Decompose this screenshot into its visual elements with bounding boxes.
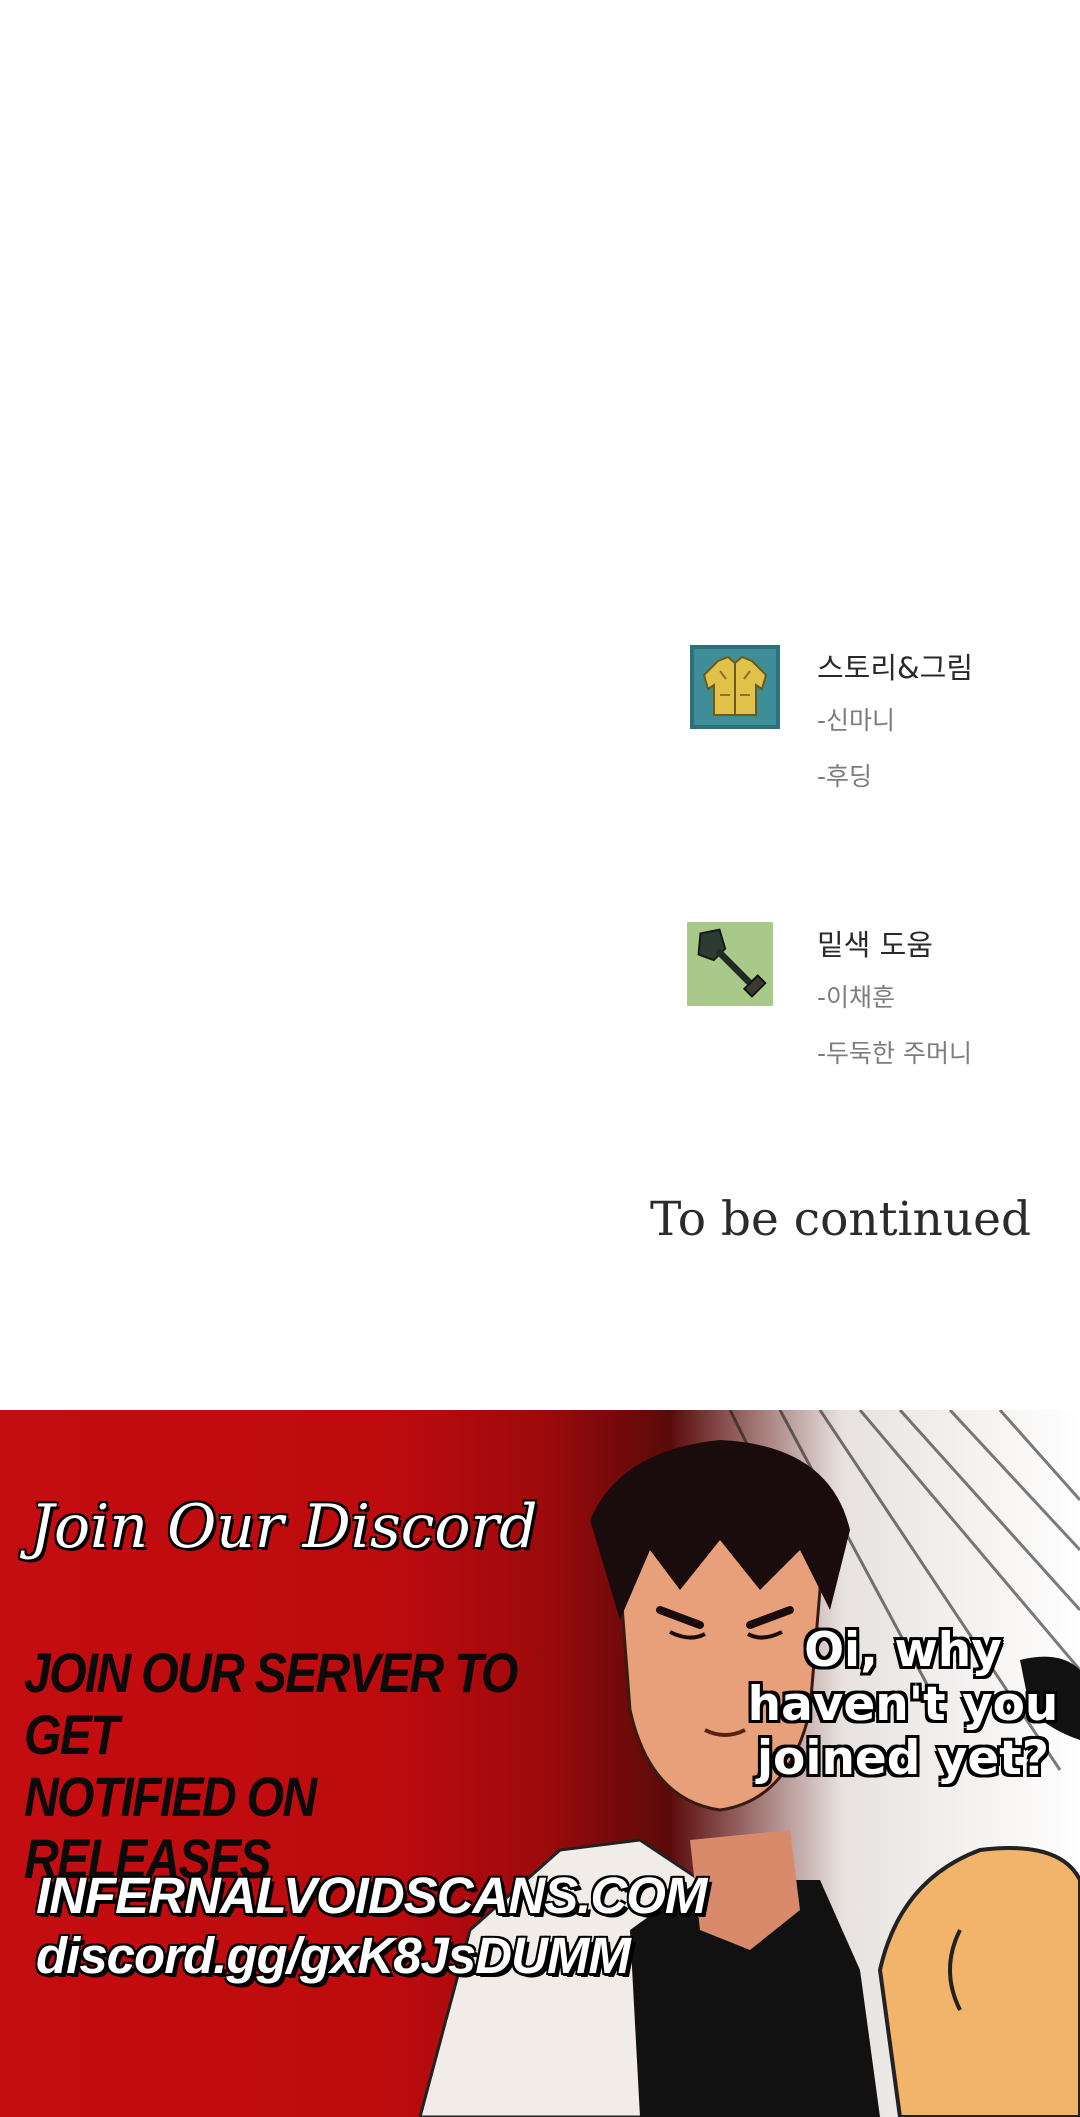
credits-page: 스토리&그림 -신마니 -후딩 밑색 도움 -이채훈 -두둑한 주머니 To b… bbox=[0, 0, 1080, 1410]
credit-name: -후딩 bbox=[817, 762, 873, 791]
jacket-icon bbox=[690, 645, 780, 729]
credit-name: -신마니 bbox=[817, 706, 896, 735]
server-line: JOIN OUR SERVER TO GET bbox=[24, 1641, 518, 1766]
discord-banner[interactable]: Join Our Discord JOIN OUR SERVER TO GET … bbox=[0, 1410, 1080, 2117]
credit-heading-story: 스토리&그림 bbox=[817, 651, 974, 685]
join-discord-title: Join Our Discord bbox=[30, 1492, 538, 1562]
website-link[interactable]: INFERNALVOIDSCANS.COM bbox=[36, 1866, 707, 1926]
links-block: INFERNALVOIDSCANS.COM discord.gg/gxK8JsD… bbox=[36, 1866, 707, 1986]
credit-name: -이채훈 bbox=[817, 983, 896, 1012]
credit-name: -두둑한 주머니 bbox=[817, 1039, 972, 1068]
speech-line: Oi, why bbox=[804, 1623, 1002, 1678]
join-server-text: JOIN OUR SERVER TO GET NOTIFIED ON RELEA… bbox=[24, 1642, 523, 1890]
shovel-icon bbox=[687, 922, 773, 1006]
to-be-continued-text: To be continued bbox=[650, 1192, 1032, 1247]
speech-line: joined yet? bbox=[756, 1731, 1050, 1786]
discord-invite-link[interactable]: discord.gg/gxK8JsDUMM bbox=[36, 1926, 706, 1986]
speech-line: haven't you bbox=[747, 1677, 1059, 1732]
credit-heading-assist: 밑색 도움 bbox=[817, 928, 933, 962]
speech-bubble-text: Oi, why haven't you joined yet? bbox=[738, 1624, 1068, 1786]
